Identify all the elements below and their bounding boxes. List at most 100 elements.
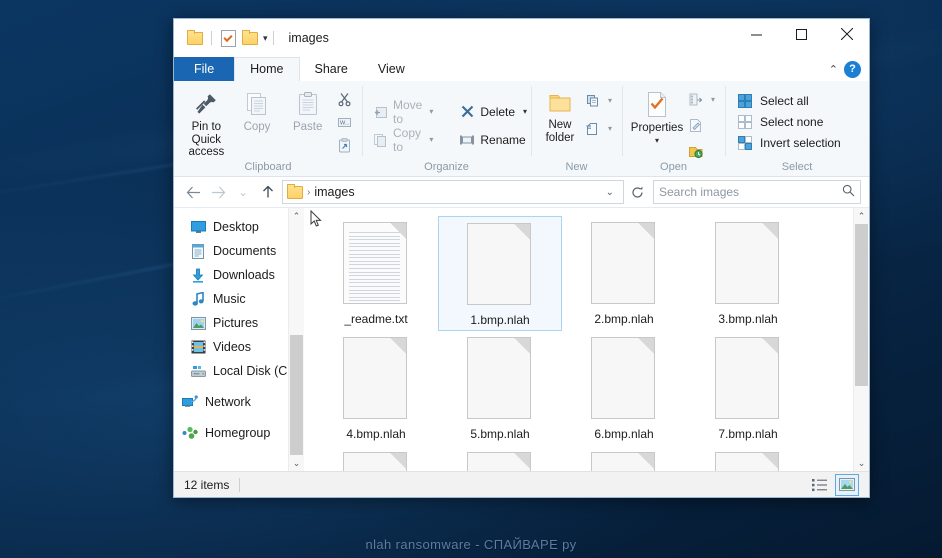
file-name: 5.bmp.nlah [470,427,530,441]
file-item[interactable] [438,446,562,471]
easy-access-button[interactable]: ▾ [582,119,615,138]
rename-button[interactable]: Rename [456,130,530,149]
file-item[interactable]: 7.bmp.nlah [686,331,810,446]
file-item[interactable]: _readme.txt [314,216,438,331]
file-list-pane[interactable]: _readme.txt 1.bmp.nlah 2.bmp.nlah 3.bmp.… [304,208,853,471]
select-all-button[interactable]: Select all [737,93,841,109]
chevron-down-icon[interactable]: ▾ [608,96,612,105]
downloads-icon [190,267,206,283]
chevron-down-icon[interactable]: ⌄ [601,187,619,198]
file-item[interactable]: 2.bmp.nlah [562,216,686,331]
chevron-down-icon[interactable]: ▾ [523,107,527,116]
collapse-ribbon-icon[interactable]: ⌃ [829,63,838,76]
file-item[interactable]: 3.bmp.nlah [686,216,810,331]
scroll-track[interactable] [289,224,304,455]
file-item[interactable] [562,446,686,471]
address-field[interactable]: › images ⌄ [282,180,624,204]
navigation-list: Desktop Documents Downloads Music Pictur… [174,208,288,471]
tab-share[interactable]: Share [300,57,363,81]
properties-button[interactable]: Properties ▾ [629,85,685,145]
history-button[interactable] [685,142,718,161]
scroll-thumb[interactable] [855,224,868,386]
close-icon[interactable] [824,19,869,49]
chevron-down-icon[interactable]: ▾ [711,95,715,104]
paste-button[interactable]: Paste [282,85,333,134]
details-view-icon[interactable] [809,475,831,495]
move-to-icon [372,104,388,120]
ribbon-tab-strip: File Home Share View ⌃ ? [174,57,869,81]
sidebar-item-local-disk[interactable]: Local Disk (C:) [174,359,288,383]
copy-to-button[interactable]: Copy to ▾ [369,126,436,154]
sidebar-scrollbar[interactable]: ⌃ ⌄ [288,208,304,471]
sidebar-item-pictures[interactable]: Pictures [174,311,288,335]
folder-icon[interactable] [239,27,261,49]
search-input[interactable]: Search images [653,180,861,204]
pin-to-quick-access-button[interactable]: Pin to Quick access [181,85,232,159]
edit-icon [688,118,704,134]
chevron-down-icon[interactable]: ▾ [263,33,268,44]
forward-arrow-icon[interactable] [207,181,229,203]
invert-selection-button[interactable]: Invert selection [737,135,841,151]
maximize-icon[interactable] [779,19,824,49]
sidebar-item-homegroup[interactable]: Homegroup [174,421,288,445]
paste-shortcut-button[interactable] [333,136,355,155]
large-icons-view-icon[interactable] [835,473,859,496]
search-icon[interactable] [842,184,855,200]
folder-icon[interactable] [184,27,206,49]
breadcrumb-images[interactable]: images [314,185,354,199]
delete-button[interactable]: Delete ▾ [456,102,530,121]
file-item[interactable] [686,446,810,471]
address-bar: ⌄ › images ⌄ Search images [174,177,869,207]
window-title: images [288,31,329,45]
cut-button[interactable] [333,90,355,109]
sidebar-item-desktop[interactable]: Desktop [174,215,288,239]
select-none-label: Select none [760,115,824,129]
file-item[interactable]: 5.bmp.nlah [438,331,562,446]
file-item[interactable]: 4.bmp.nlah [314,331,438,446]
scroll-down-icon[interactable]: ⌄ [293,455,301,471]
tab-file[interactable]: File [174,57,235,81]
new-item-icon [585,93,601,109]
move-to-button[interactable]: Move to ▾ [369,98,436,126]
file-item[interactable] [314,446,438,471]
scroll-thumb[interactable] [290,334,303,455]
scroll-track[interactable] [854,224,869,455]
new-folder-button[interactable]: New folder [538,85,582,144]
chevron-down-icon[interactable]: ▾ [429,107,433,116]
desktop-icon [190,219,206,235]
chevron-down-icon[interactable]: ▾ [429,135,433,144]
edit-button[interactable] [685,116,718,135]
scroll-down-icon[interactable]: ⌄ [858,455,866,471]
sidebar-item-downloads[interactable]: Downloads [174,263,288,287]
open-button[interactable]: ▾ [685,90,718,109]
chevron-down-icon[interactable]: ▾ [608,124,612,133]
file-row: _readme.txt 1.bmp.nlah 2.bmp.nlah 3.bmp.… [314,216,853,331]
refresh-icon[interactable] [627,181,647,203]
status-bar: 12 items [174,471,869,497]
sidebar-item-videos[interactable]: Videos [174,335,288,359]
chevron-down-icon[interactable]: ▾ [655,136,659,145]
help-icon[interactable]: ? [844,60,861,78]
copy-path-button[interactable]: W... [333,113,355,132]
rename-icon [459,132,475,148]
breadcrumb-separator: › [307,186,311,198]
copy-button[interactable]: Copy [232,85,283,134]
recent-locations-icon[interactable]: ⌄ [232,181,254,203]
select-none-button[interactable]: Select none [737,114,841,130]
scroll-up-icon[interactable]: ⌃ [858,208,866,224]
back-arrow-icon[interactable] [182,181,204,203]
sidebar-item-music[interactable]: Music [174,287,288,311]
scroll-up-icon[interactable]: ⌃ [293,208,301,224]
tab-view[interactable]: View [363,57,420,81]
minimize-icon[interactable] [734,19,779,49]
sidebar-item-network[interactable]: Network [174,390,288,414]
up-arrow-icon[interactable] [257,181,279,203]
divider [211,31,212,45]
sidebar-item-documents[interactable]: Documents [174,239,288,263]
tab-home[interactable]: Home [234,57,300,81]
file-list-scrollbar[interactable]: ⌃ ⌄ [853,208,869,471]
file-item[interactable]: 1.bmp.nlah [438,216,562,331]
properties-icon[interactable] [217,27,239,49]
file-item[interactable]: 6.bmp.nlah [562,331,686,446]
new-item-button[interactable]: ▾ [582,91,615,110]
